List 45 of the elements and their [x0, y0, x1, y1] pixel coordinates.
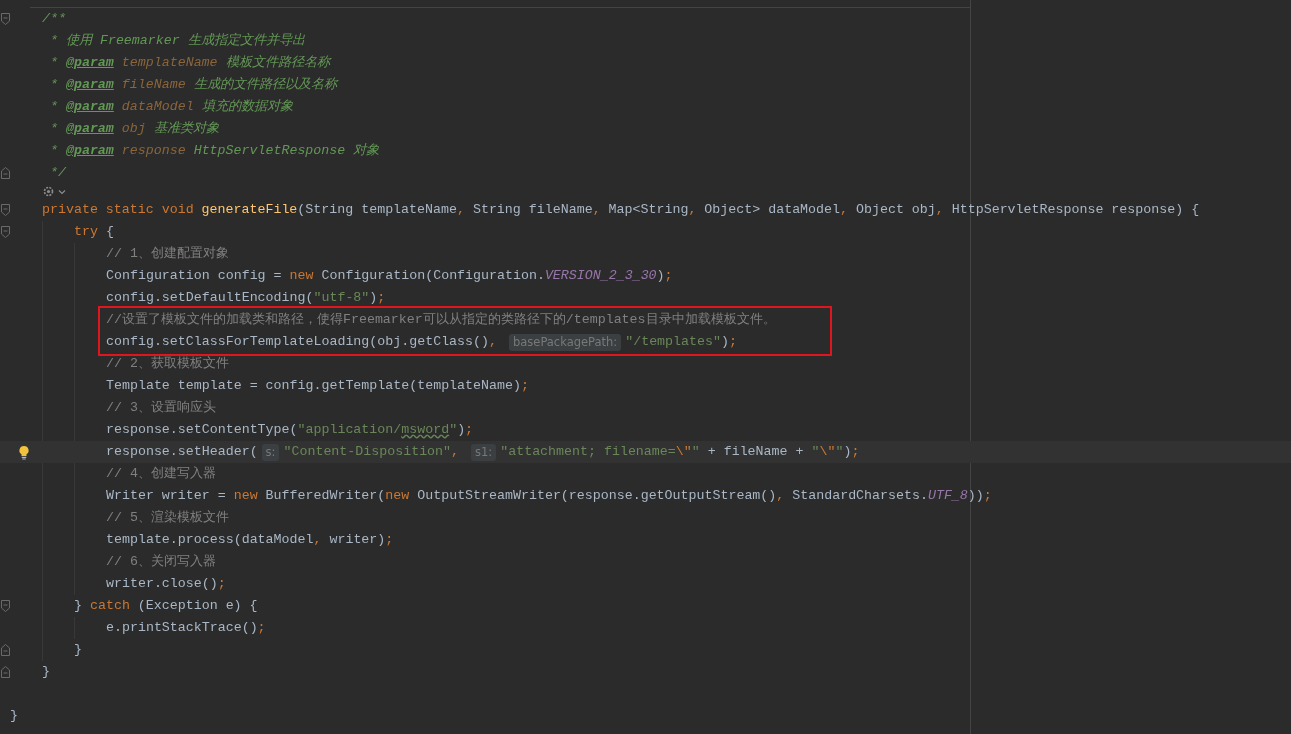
fold-icon[interactable] [1, 204, 10, 216]
code-text: // 2、获取模板文件 [106, 355, 229, 373]
code-text: writer.close(); [106, 575, 226, 593]
fold-icon[interactable] [1, 644, 10, 656]
code-text: // 4、创建写入器 [106, 465, 216, 483]
code-text: * @param response HttpServletResponse 对象 [48, 142, 380, 160]
fold-icon[interactable] [1, 13, 10, 25]
code-text: private static void generateFile(String templateName, String fileName, Map<String, Object> dataModel, Object obj, HttpServletResponse response) { [42, 201, 1200, 219]
parameter-hint: basePackagePath: [509, 333, 622, 351]
code-text: config.setDefaultEncoding("utf-8"); [106, 289, 386, 307]
code-text: * @param templateName 模板文件路径名称 [48, 54, 330, 72]
code-text: Writer writer = new BufferedWriter(new OutputStreamWriter(response.getOutputStream(), StandardCharsets.UTF_8)); [106, 487, 992, 505]
code-text: // 6、关闭写入器 [106, 553, 216, 571]
fold-icon[interactable] [1, 666, 10, 678]
code-text: */ [48, 164, 66, 182]
code-text: "Content-Disposition", [283, 443, 461, 461]
fold-icon[interactable] [1, 167, 10, 179]
code-text: * @param fileName 生成的文件路径以及名称 [48, 76, 337, 94]
code-text: } [42, 663, 50, 681]
code-text: } [74, 641, 82, 659]
code-text: template.process(dataModel, writer); [106, 531, 394, 549]
fold-icon[interactable] [1, 600, 10, 612]
code-text: * @param dataModel 填充的数据对象 [48, 98, 293, 116]
code-text: // 5、渲染模板文件 [106, 509, 229, 527]
code-text: config.setClassForTemplateLoading(obj.getClass(), [106, 333, 498, 351]
code-text: //设置了模板文件的加载类和路径，使得Freemarker可以从指定的类路径下的/templates目录中加载模板文件。 [106, 311, 776, 329]
code-text: "/templates"); [625, 333, 737, 351]
code-text: response.setContentType("application/msword"); [106, 421, 474, 439]
code-text: e.printStackTrace(); [106, 619, 266, 637]
gear-icon[interactable] [42, 185, 55, 198]
code-text: "attachment; filename=\"" + fileName + "\""); [500, 443, 860, 461]
code-text: * @param obj 基准类对象 [48, 120, 219, 138]
code-text: response.setHeader( [106, 443, 258, 461]
code-text: Template template = config.getTemplate(templateName); [106, 377, 529, 395]
chevron-down-icon[interactable] [58, 188, 66, 195]
code-text: * 使用 Freemarker 生成指定文件并导出 [48, 32, 305, 50]
code-text: // 3、设置响应头 [106, 399, 216, 417]
code-text: } [10, 707, 18, 725]
fold-icon[interactable] [1, 226, 10, 238]
code-text: /** [42, 10, 66, 28]
lightbulb-icon[interactable] [18, 444, 30, 460]
code-text: try { [74, 223, 114, 241]
code-text: } catch (Exception e) { [74, 597, 258, 615]
code-text: // 1、创建配置对象 [106, 245, 229, 263]
code-text: Configuration config = new Configuration(Configuration.VERSION_2_3_30); [106, 267, 673, 285]
